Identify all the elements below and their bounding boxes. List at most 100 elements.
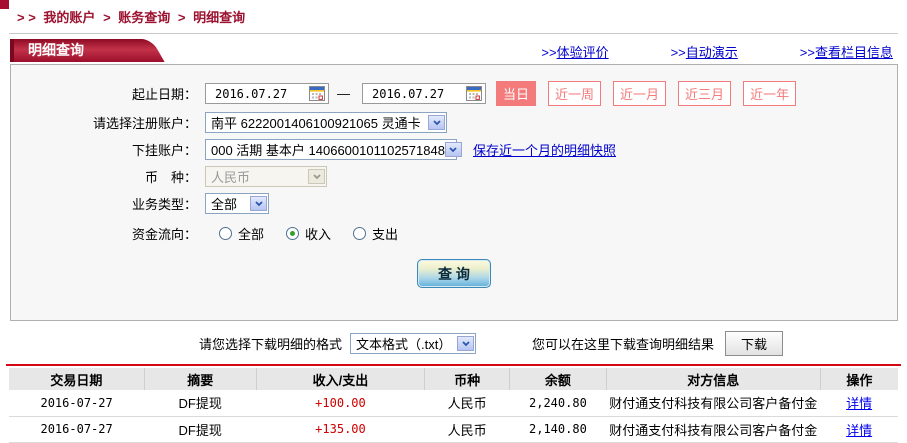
- flow-radio-income[interactable]: 收入: [286, 224, 331, 243]
- col-header-balance: 余额: [508, 368, 607, 390]
- page-title: 明细查询: [28, 42, 84, 58]
- end-date-input[interactable]: 2016.07.27: [362, 83, 486, 104]
- cell-currency: 人民币: [424, 416, 510, 443]
- flow-radio-expense[interactable]: 支出: [353, 224, 398, 243]
- link-label: 体验评价: [556, 45, 609, 60]
- corner-brand-square: [0, 0, 9, 9]
- table-row: 2016-07-27 DF提现 +100.00 人民币 2,240.80 财付通…: [9, 390, 898, 417]
- query-button[interactable]: 查 询: [417, 259, 491, 288]
- detail-link[interactable]: 详情: [846, 396, 872, 411]
- breadcrumb-separator: >: [103, 10, 111, 25]
- cell-balance: 2,140.80: [509, 416, 607, 443]
- cell-currency: 人民币: [424, 390, 510, 417]
- col-header-counterparty: 对方信息: [605, 368, 821, 390]
- quick-range-today-button[interactable]: 当日: [496, 81, 537, 106]
- col-header-summary: 摘要: [143, 368, 257, 390]
- table-row: 2016-07-27 DF提现 +135.00 人民币 2,140.80 财付通…: [9, 416, 898, 443]
- form-row-flow: 资金流向： 全部 收入 支出: [11, 224, 897, 243]
- cell-summary: DF提现: [144, 416, 257, 443]
- top-links: >>体验评价 >>自动演示 >>查看栏目信息: [479, 42, 893, 61]
- col-header-currency: 币种: [424, 368, 510, 390]
- quick-range-week-button[interactable]: 近一周: [548, 81, 602, 106]
- detail-link[interactable]: 详情: [846, 423, 872, 438]
- flow-option-label: 收入: [305, 227, 332, 242]
- flow-option-label: 全部: [238, 227, 265, 242]
- start-date-value: 2016.07.27: [215, 86, 288, 101]
- radio-icon[interactable]: [219, 227, 232, 240]
- link-label: 自动演示: [685, 45, 738, 60]
- download-button[interactable]: 下载: [725, 330, 784, 356]
- form-row-currency: 币 种： 人民币: [11, 166, 897, 187]
- chevron-down-icon[interactable]: [444, 142, 462, 157]
- form-row-date: 起止日期： 2016.07.27 — 2016.07.27 当日 近一周 近一月…: [11, 81, 897, 106]
- cell-date: 2016-07-27: [9, 416, 145, 443]
- link-label: 查看栏目信息: [814, 45, 893, 60]
- tab-detail-query: 明细查询: [10, 39, 142, 62]
- quick-range-quarter-button[interactable]: 近三月: [678, 81, 732, 106]
- download-format-select[interactable]: 文本格式（.txt）: [350, 332, 477, 354]
- cell-balance: 2,240.80: [509, 390, 607, 417]
- breadcrumb-separator: >: [177, 10, 186, 25]
- download-format-label: 请您选择下载明细的格式: [199, 336, 343, 352]
- query-form-panel: 起止日期： 2016.07.27 — 2016.07.27 当日 近一周 近一月…: [10, 64, 898, 321]
- calendar-icon[interactable]: [309, 86, 325, 101]
- start-date-input[interactable]: 2016.07.27: [205, 83, 329, 104]
- biz-type-value: 全部: [211, 197, 238, 212]
- link-prefix: >>: [541, 45, 557, 60]
- chevron-down-icon[interactable]: [457, 335, 475, 351]
- cell-counterparty: 财付通支付科技有限公司客户备付金: [606, 416, 821, 443]
- currency-select: 人民币: [205, 166, 327, 187]
- col-header-amount: 收入/支出: [255, 368, 425, 390]
- divider-line: [9, 33, 898, 34]
- cell-amount: +135.00: [256, 416, 425, 443]
- sub-account-value: 000 活期 基本户 1406600101102571848: [211, 143, 445, 158]
- currency-label: 币 种：: [144, 170, 197, 185]
- register-account-select[interactable]: 南平 6222001406100921065 灵通卡: [205, 112, 447, 133]
- flow-radio-all[interactable]: 全部: [219, 224, 264, 243]
- download-row: 请您选择下载明细的格式 文本格式（.txt） 您可以在这里下载查询明细结果 下载: [199, 330, 907, 356]
- flow-option-label: 支出: [372, 227, 399, 242]
- transaction-table: 交易日期 摘要 收入/支出 币种 余额 对方信息 操作 2016-07-27 D…: [9, 368, 898, 443]
- chevron-down-icon[interactable]: [428, 115, 445, 130]
- breadcrumb-item-detail-query[interactable]: 明细查询: [193, 10, 245, 25]
- form-row-register-account: 请选择注册账户： 南平 6222001406100921065 灵通卡: [11, 112, 897, 133]
- chevron-down-icon[interactable]: [250, 196, 267, 211]
- radio-checked-icon[interactable]: [286, 227, 300, 240]
- cell-date: 2016-07-27: [9, 390, 145, 417]
- link-auto-demo[interactable]: >>自动演示: [671, 42, 738, 61]
- biz-type-label: 业务类型：: [131, 197, 197, 212]
- col-header-date: 交易日期: [9, 368, 145, 390]
- date-dash: —: [337, 86, 350, 101]
- biz-type-select[interactable]: 全部: [205, 193, 269, 214]
- table-header-row: 交易日期 摘要 收入/支出 币种 余额 对方信息 操作: [9, 368, 898, 390]
- cell-counterparty: 财付通支付科技有限公司客户备付金: [606, 390, 821, 417]
- sub-account-select[interactable]: 000 活期 基本户 1406600101102571848: [205, 139, 462, 160]
- radio-icon[interactable]: [353, 227, 367, 240]
- sub-account-label: 下挂账户：: [131, 143, 197, 158]
- quick-range-year-button[interactable]: 近一年: [743, 81, 797, 106]
- breadcrumb-item-account-query[interactable]: 账务查询: [118, 10, 170, 25]
- cell-amount: +100.00: [256, 390, 425, 417]
- link-experience-review[interactable]: >>体验评价: [541, 42, 608, 61]
- register-account-label: 请选择注册账户：: [92, 116, 197, 131]
- date-range-label: 起止日期：: [131, 87, 197, 102]
- flow-label: 资金流向：: [131, 227, 197, 242]
- currency-value: 人民币: [211, 170, 251, 185]
- quick-range-month-button[interactable]: 近一月: [613, 81, 667, 106]
- cell-summary: DF提现: [144, 390, 257, 417]
- save-snapshot-link[interactable]: 保存近一个月的明细快照: [473, 140, 616, 159]
- table-top-rule: [6, 364, 901, 366]
- download-format-value: 文本格式（.txt）: [356, 336, 452, 352]
- calendar-icon[interactable]: [466, 86, 482, 101]
- download-hint: 您可以在这里下载查询明细结果: [532, 336, 715, 352]
- register-account-value: 南平 6222001406100921065 灵通卡: [211, 116, 421, 131]
- breadcrumb-item-my-account[interactable]: 我的账户: [43, 10, 95, 25]
- link-view-column-info[interactable]: >>查看栏目信息: [800, 42, 893, 61]
- section-header: 明细查询 >>体验评价 >>自动演示 >>查看栏目信息: [0, 39, 907, 63]
- link-prefix: >>: [799, 45, 815, 60]
- link-prefix: >>: [670, 45, 686, 60]
- form-row-biz-type: 业务类型： 全部: [11, 193, 897, 214]
- breadcrumb-prefix: > >: [17, 10, 36, 25]
- form-row-sub-account: 下挂账户： 000 活期 基本户 1406600101102571848 保存近…: [11, 139, 897, 160]
- chevron-down-icon: [308, 169, 325, 184]
